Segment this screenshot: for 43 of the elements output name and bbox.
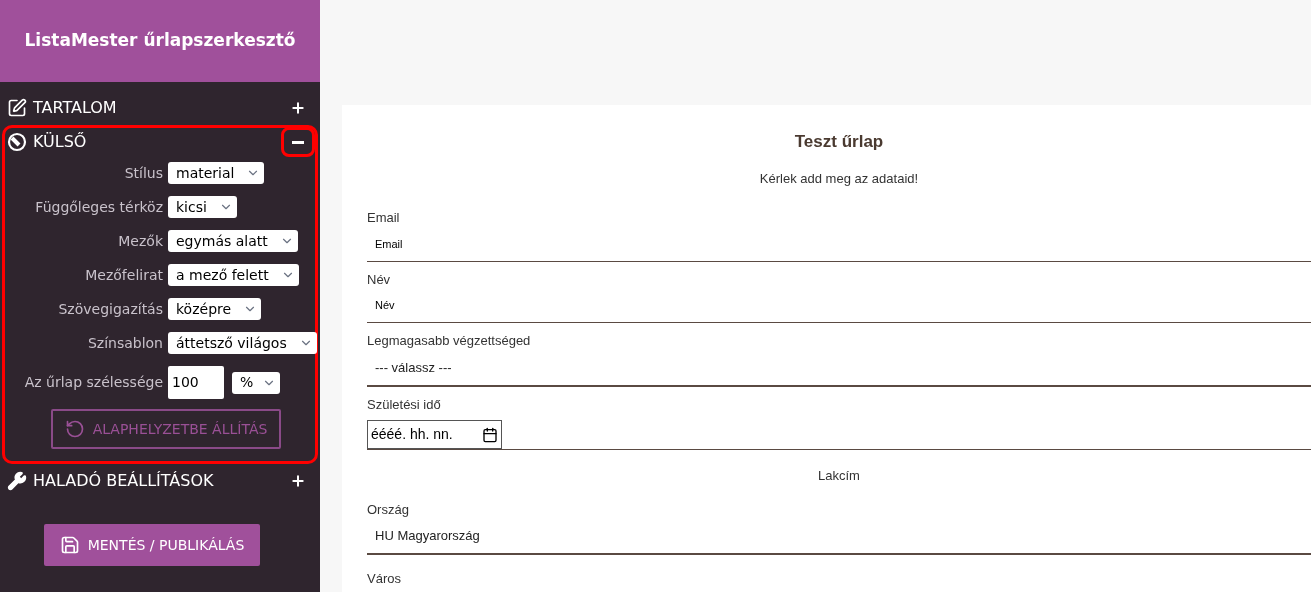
select-field[interactable]: a mező felett xyxy=(168,264,299,286)
section-title[interactable]: HALADÓ BEÁLLÍTÁSOK xyxy=(33,469,214,493)
field-label: Város xyxy=(367,570,402,588)
select-field[interactable]: egymás alatt xyxy=(168,230,298,252)
section-title[interactable]: TARTALOM xyxy=(33,96,117,120)
date-input[interactable]: éééé. hh. nn. xyxy=(367,420,502,449)
section-title[interactable]: KÜLSŐ xyxy=(33,130,87,154)
field-label: Név xyxy=(367,270,392,289)
number-field[interactable]: 100 xyxy=(168,366,224,399)
plus-icon xyxy=(290,100,306,116)
wrench-icon xyxy=(7,471,27,491)
select-input[interactable]: --- válassz --- xyxy=(367,350,1311,387)
minus-icon xyxy=(292,140,304,144)
calendar-icon xyxy=(482,426,498,443)
plus-icon xyxy=(290,473,306,489)
text-input[interactable]: Email xyxy=(367,227,1311,262)
circle-slash-icon xyxy=(7,132,27,152)
app-title: ListaMester űrlapszerkesztő xyxy=(24,29,296,53)
unit-select[interactable]: % xyxy=(232,371,280,394)
form-subtitle: Kérlek add meg az adataid! xyxy=(759,169,919,188)
select-field[interactable]: áttetsző világos xyxy=(168,332,317,354)
section-heading: Lakcím xyxy=(818,467,860,485)
setting-label: Mezőfelirat xyxy=(84,265,163,285)
field-label: Születési idő xyxy=(367,395,442,414)
text-input[interactable]: Név xyxy=(367,289,1311,323)
setting-label: Mezők xyxy=(117,231,163,251)
form-title: Teszt űrlap xyxy=(794,131,884,153)
select-input[interactable]: HU Magyarország xyxy=(367,519,1311,555)
select-field[interactable]: kicsi xyxy=(168,196,237,218)
select-field[interactable]: középre xyxy=(168,298,262,320)
edit-icon xyxy=(7,98,27,118)
setting-label: Szövegigazítás xyxy=(57,299,163,319)
field-label: Ország xyxy=(367,500,410,519)
field-label: Legmagasabb végzettséged xyxy=(367,332,532,350)
collapse-button[interactable] xyxy=(281,127,315,157)
rotate-icon xyxy=(64,419,85,439)
select-field[interactable]: material xyxy=(168,162,265,184)
field-label: Email xyxy=(367,209,401,227)
save-button[interactable]: MENTÉS / PUBLIKÁLÁS xyxy=(43,524,261,566)
setting-label: Az űrlap szélessége xyxy=(23,373,163,392)
setting-label: Színsablon xyxy=(86,333,163,353)
setting-label: Függőleges térköz xyxy=(34,197,163,217)
setting-label: Stílus xyxy=(123,163,163,183)
